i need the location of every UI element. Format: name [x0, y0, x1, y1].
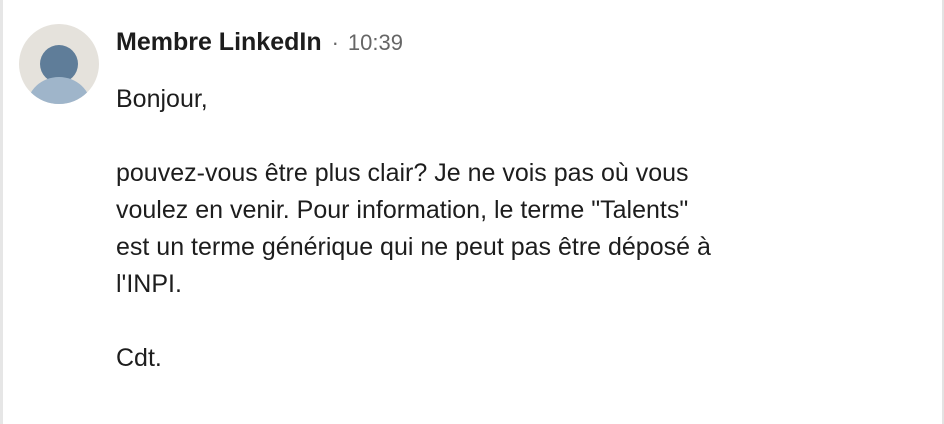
left-divider — [0, 0, 3, 424]
body-line: pouvez-vous être plus clair? Je ne vois … — [116, 159, 689, 187]
greeting-text: Bonjour, — [116, 85, 208, 113]
sender-name[interactable]: Membre LinkedIn — [116, 28, 322, 57]
message-timestamp: 10:39 — [347, 30, 403, 55]
message-header: Membre LinkedIn · 10:39 — [116, 28, 836, 60]
body-line: est un terme générique qui ne peut pas ê… — [116, 233, 711, 261]
message-content: Membre LinkedIn · 10:39 Bonjour, pouvez-… — [116, 28, 836, 377]
avatar-shoulders — [27, 77, 91, 104]
separator-dot: · — [331, 30, 339, 55]
default-person-avatar-icon[interactable] — [19, 24, 99, 104]
main-paragraph: pouvez-vous être plus clair? Je ne vois … — [116, 155, 836, 303]
message-item: Membre LinkedIn · 10:39 Bonjour, pouvez-… — [19, 24, 919, 377]
body-line: voulez en venir. Pour information, le te… — [116, 196, 689, 224]
message-body: Bonjour, pouvez-vous être plus clair? Je… — [116, 81, 836, 377]
body-line: l'INPI. — [116, 270, 182, 298]
signoff-text: Cdt. — [116, 344, 162, 372]
